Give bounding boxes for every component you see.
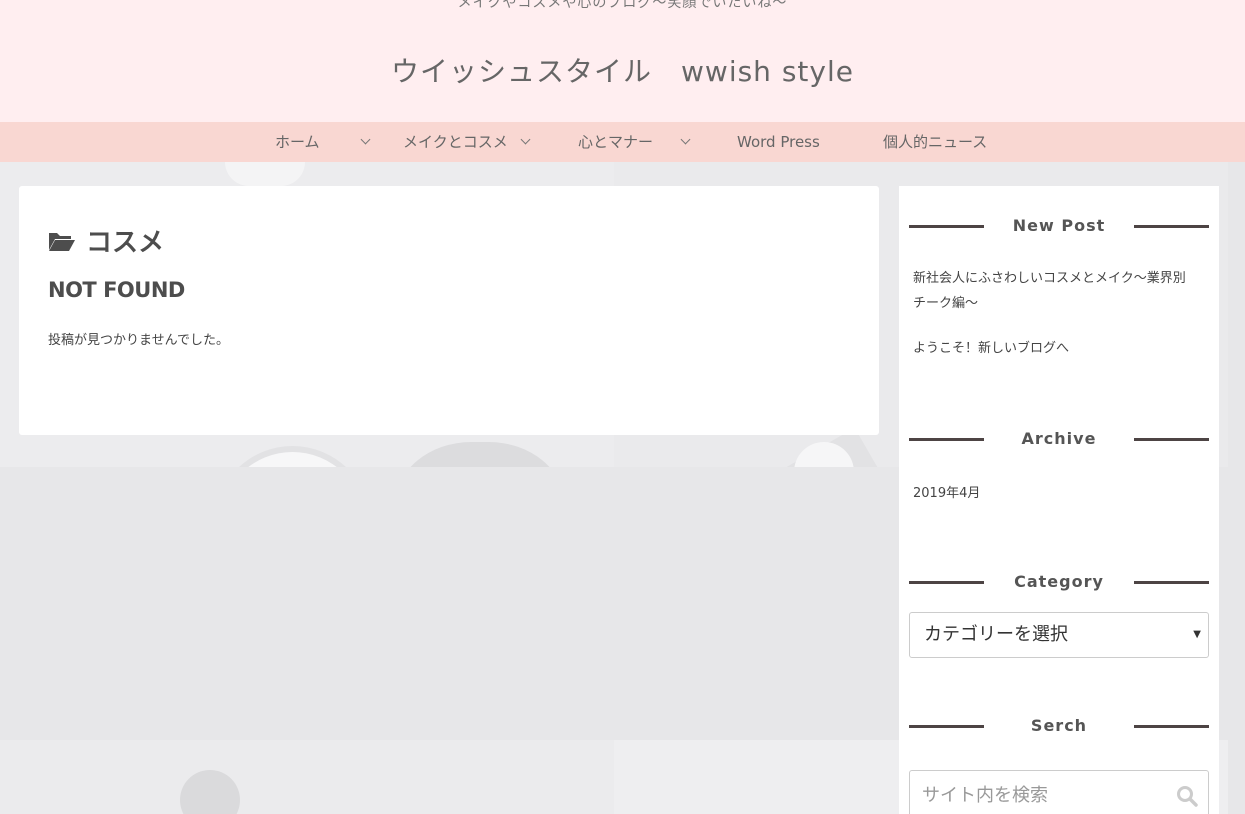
chevron-down-icon[interactable] — [360, 134, 371, 145]
divider — [1134, 581, 1209, 584]
nav-item-home[interactable]: ホーム — [275, 122, 320, 162]
not-found-heading: NOT FOUND — [48, 278, 185, 302]
background-tile — [0, 740, 614, 814]
divider — [909, 438, 984, 441]
divider — [1134, 438, 1209, 441]
site-title[interactable]: ウイッシュスタイル wwish style — [0, 50, 1245, 90]
nav-item-label: 心とマナー — [578, 133, 654, 151]
nav-item-label: メイクとコスメ — [403, 133, 508, 151]
post-link[interactable]: ようこそ！新しいブログへ — [913, 336, 1203, 361]
divider — [909, 725, 984, 728]
no-posts-message: 投稿が見つかりませんでした。 — [48, 333, 229, 348]
widget-title-new-post: New Post — [909, 214, 1209, 238]
nav-item-make-cosme[interactable]: メイクとコスメ — [403, 122, 508, 162]
category-select-value: カテゴリーを選択 — [924, 624, 1068, 645]
sidebar: New Post 新社会人にふさわしいコスメとメイク〜業界別 チーク編〜 ようこ… — [899, 186, 1219, 814]
archive-link[interactable]: 2019年4月 — [913, 482, 980, 501]
site-header: メイクやコスメや心のブログ〜笑顔でいたいね〜 ウイッシュスタイル wwish s… — [0, 0, 1245, 122]
archive-title-text: コスメ — [86, 228, 165, 258]
main-content: コスメ NOT FOUND 投稿が見つかりませんでした。 — [19, 186, 879, 435]
folder-open-icon — [49, 232, 75, 251]
widget-title-archive: Archive — [909, 427, 1209, 451]
widget-title-text: Archive — [1021, 429, 1097, 448]
site-tagline: メイクやコスメや心のブログ〜笑顔でいたいね〜 — [457, 0, 788, 11]
search-icon[interactable] — [1176, 785, 1198, 807]
widget-title-category: Category — [909, 570, 1209, 594]
widget-title-text: Category — [1014, 572, 1104, 591]
nav-item-personal-news[interactable]: 個人的ニュース — [883, 122, 987, 162]
divider — [909, 581, 984, 584]
search-box — [909, 770, 1209, 814]
post-link[interactable]: 新社会人にふさわしいコスメとメイク〜業界別 チーク編〜 — [913, 266, 1203, 316]
chevron-down-icon[interactable] — [520, 134, 531, 145]
main-nav: ホーム メイクとコスメ 心とマナー Word Press 個人的ニュース — [0, 122, 1245, 162]
widget-title-text: Serch — [1030, 716, 1088, 735]
caret-down-icon: ▼ — [1193, 629, 1201, 640]
divider — [1134, 725, 1209, 728]
category-select[interactable]: カテゴリーを選択 ▼ — [909, 612, 1209, 658]
divider — [1134, 225, 1209, 228]
nav-item-wordpress[interactable]: Word Press — [737, 122, 820, 162]
search-input[interactable] — [910, 771, 1170, 814]
nav-item-label: Word Press — [737, 133, 820, 151]
divider — [909, 225, 984, 228]
archive-title: コスメ — [48, 222, 164, 259]
widget-title-text: New Post — [1012, 216, 1106, 235]
nav-item-label: 個人的ニュース — [883, 133, 988, 151]
chevron-down-icon[interactable] — [680, 134, 691, 145]
widget-title-search: Serch — [909, 714, 1209, 738]
nav-item-kokoro-manner[interactable]: 心とマナー — [578, 122, 653, 162]
nav-item-label: ホーム — [275, 133, 320, 151]
